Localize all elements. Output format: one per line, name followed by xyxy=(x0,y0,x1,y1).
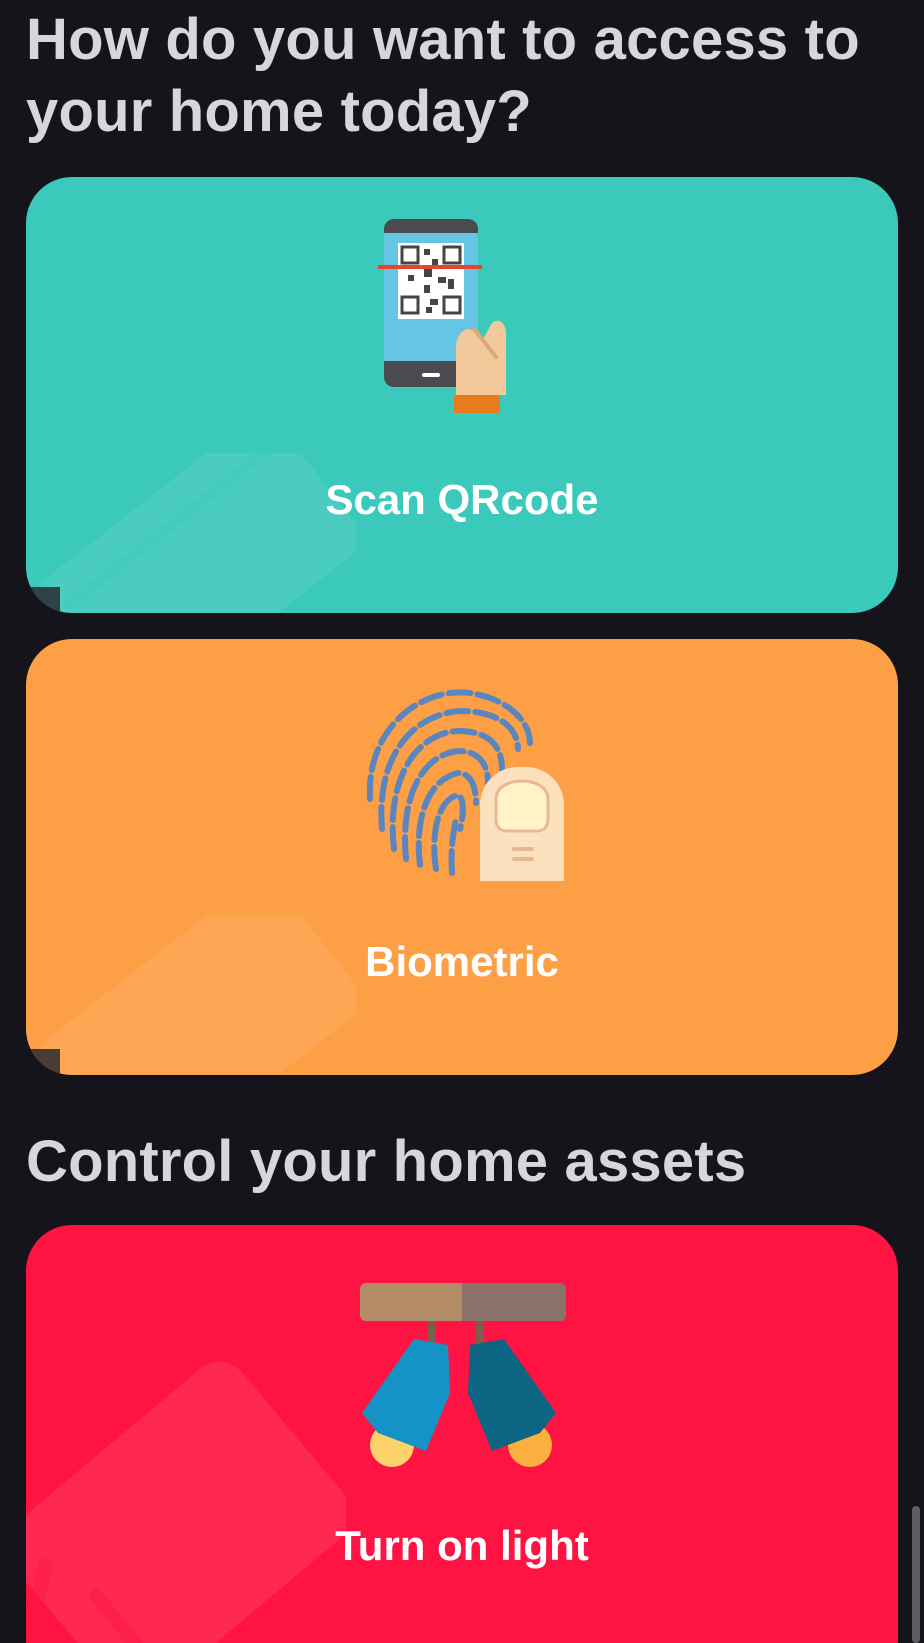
turn-on-light-card[interactable]: Turn on light xyxy=(26,1225,898,1643)
biometric-label: Biometric xyxy=(365,938,559,985)
control-section-title: Control your home assets xyxy=(26,1129,747,1194)
card-corner-shadow xyxy=(26,1049,60,1073)
biometric-card[interactable]: Biometric xyxy=(26,639,898,1075)
home-access-screen: How do you want to access to your home t… xyxy=(0,0,924,1643)
scrollbar[interactable] xyxy=(912,1506,920,1643)
card-corner-shadow xyxy=(26,587,60,611)
spotlight-icon xyxy=(360,1283,566,1467)
qr-scan-phone-icon xyxy=(378,219,506,413)
scan-qrcode-card[interactable]: Scan QRcode xyxy=(26,177,898,613)
access-section-title: How do you want to access to your home t… xyxy=(26,7,860,144)
scan-qrcode-label: Scan QRcode xyxy=(325,476,599,523)
fingerprint-icon xyxy=(366,689,564,881)
turn-on-light-label: Turn on light xyxy=(335,1522,589,1569)
code-window-watermark-icon xyxy=(26,1361,346,1643)
